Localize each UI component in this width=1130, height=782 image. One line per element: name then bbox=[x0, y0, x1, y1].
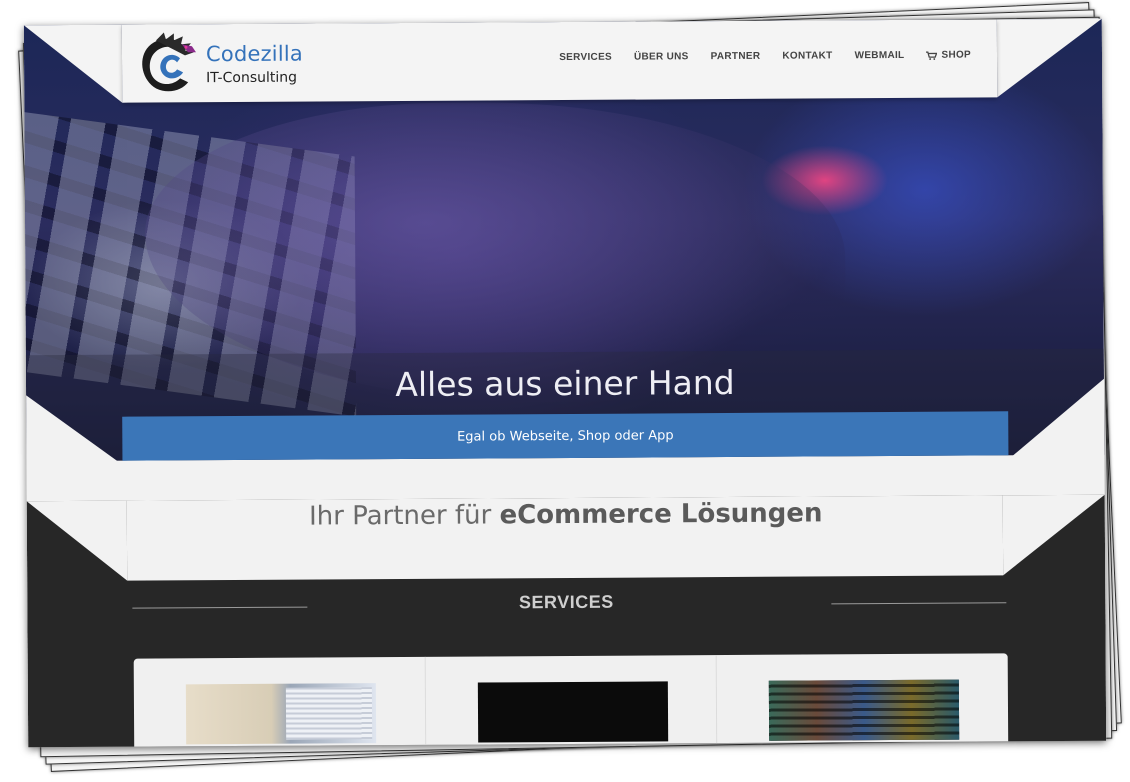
services-cards bbox=[133, 653, 1009, 748]
nav-item-kontakt[interactable]: KONTAKT bbox=[782, 50, 832, 61]
dragon-logo-icon bbox=[142, 32, 196, 92]
header-corner-right bbox=[996, 18, 1103, 98]
service-card[interactable] bbox=[133, 656, 426, 748]
main-nav: SERVICES ÜBER UNS PARTNER KONTAKT WEBMAI… bbox=[559, 50, 971, 64]
hero-bottom-band bbox=[26, 454, 1105, 502]
brand-name: Codezilla bbox=[205, 41, 304, 67]
tagline-highlight: eCommerce Lösungen bbox=[499, 498, 823, 531]
webpage: Codezilla IT-Consulting SERVICES ÜBER UN… bbox=[23, 18, 1107, 748]
brand-subtitle: IT-Consulting bbox=[206, 69, 298, 87]
hero-banner: Egal ob Webseite, Shop oder App bbox=[122, 411, 1009, 461]
band-corner-right bbox=[1007, 378, 1105, 460]
nav-item-shop[interactable]: SHOP bbox=[926, 50, 971, 61]
nav-item-webmail[interactable]: WEBMAIL bbox=[855, 50, 905, 61]
service-card[interactable] bbox=[717, 653, 1008, 747]
band-corner-left bbox=[26, 394, 123, 466]
header-corner-left bbox=[23, 24, 123, 104]
service-image-laptop bbox=[185, 683, 377, 745]
nav-item-partner[interactable]: PARTNER bbox=[711, 51, 761, 62]
tagline-prefix: Ihr Partner für bbox=[308, 500, 500, 532]
site-logo[interactable]: Codezilla IT-Consulting bbox=[136, 29, 356, 98]
hero-title: Alles aus einer Hand bbox=[395, 362, 735, 405]
site-header: Codezilla IT-Consulting SERVICES ÜBER UN… bbox=[121, 19, 998, 103]
service-image-code bbox=[769, 679, 960, 741]
nav-item-ueber-uns[interactable]: ÜBER UNS bbox=[634, 51, 689, 62]
service-card[interactable] bbox=[425, 655, 718, 748]
service-image-dark bbox=[477, 681, 668, 743]
nav-item-services[interactable]: SERVICES bbox=[559, 52, 612, 63]
cart-icon bbox=[926, 50, 938, 60]
